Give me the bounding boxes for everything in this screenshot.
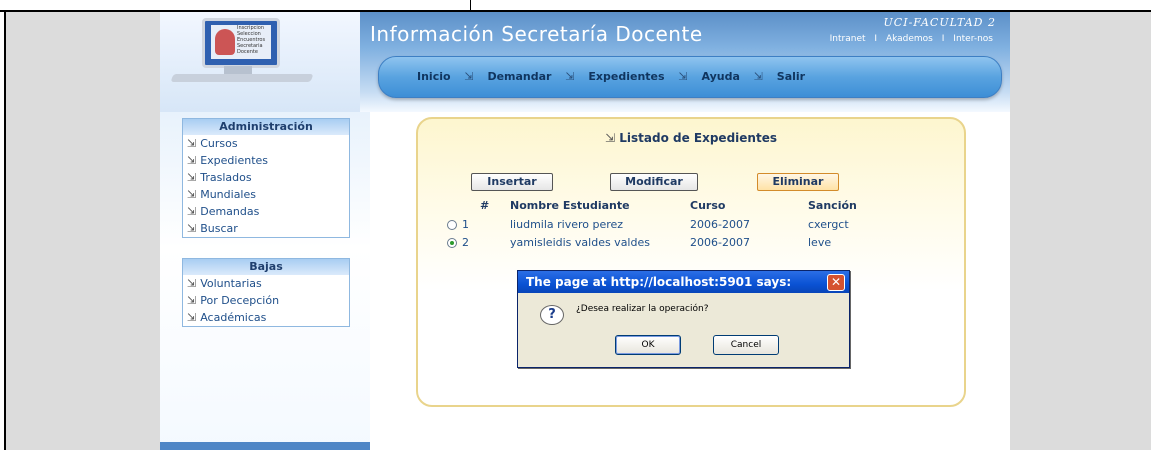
sidebar-item-por-decepcion[interactable]: ⇲ Por Decepción bbox=[183, 292, 349, 309]
web-page: Inscripcion Seleccion Encuentros Secreta… bbox=[160, 12, 1010, 450]
document-arrow-icon: ⇲ bbox=[565, 70, 575, 83]
nav-demandar[interactable]: Demandar bbox=[487, 70, 551, 83]
row-number: 2 bbox=[462, 236, 469, 249]
cancel-button[interactable]: Cancel bbox=[713, 335, 779, 355]
row-radio[interactable] bbox=[447, 220, 457, 230]
document-arrow-icon: ⇲ bbox=[187, 294, 197, 307]
right-margin bbox=[1010, 12, 1151, 450]
document-arrow-icon: ⇲ bbox=[187, 205, 197, 218]
column-header-sanction: Sanción bbox=[808, 199, 857, 212]
course: 2006-2007 bbox=[690, 236, 750, 249]
logo-screen-text: Inscripcion Seleccion Encuentros Secreta… bbox=[237, 25, 266, 55]
document-arrow-icon: ⇲ bbox=[187, 154, 197, 167]
panel-title: ⇲ Listado de Expedientes bbox=[605, 131, 777, 145]
document-arrow-icon: ⇲ bbox=[187, 137, 197, 150]
document-arrow-icon: ⇲ bbox=[187, 222, 197, 235]
bajas-menu-title: Bajas bbox=[183, 259, 349, 275]
document-arrow-icon: ⇲ bbox=[187, 188, 197, 201]
delete-button[interactable]: Eliminar bbox=[757, 173, 839, 191]
left-margin bbox=[6, 12, 160, 450]
document-arrow-icon: ⇲ bbox=[605, 131, 616, 145]
sidebar-item-voluntarias[interactable]: ⇲ Voluntarias bbox=[183, 275, 349, 292]
link-intranet[interactable]: Intranet bbox=[830, 34, 866, 44]
row-radio-selected[interactable] bbox=[447, 238, 457, 248]
top-links: Intranet I Akademos I Inter-nos bbox=[829, 34, 993, 44]
sanction: cxergct bbox=[808, 218, 849, 231]
document-arrow-icon: ⇲ bbox=[187, 171, 197, 184]
sanction: leve bbox=[808, 236, 832, 249]
document-arrow-icon: ⇲ bbox=[753, 70, 763, 83]
nav-expedientes[interactable]: Expedientes bbox=[588, 70, 664, 83]
course: 2006-2007 bbox=[690, 218, 750, 231]
sidebar-item-cursos[interactable]: ⇲ Cursos bbox=[183, 135, 349, 152]
sidebar-item-demandas[interactable]: ⇲ Demandas bbox=[183, 203, 349, 220]
top-tab bbox=[470, 0, 680, 12]
document-arrow-icon: ⇲ bbox=[678, 70, 688, 83]
left-rule bbox=[4, 12, 6, 450]
column-header-course: Curso bbox=[690, 199, 726, 212]
row-number: 1 bbox=[462, 218, 469, 231]
nav-ayuda[interactable]: Ayuda bbox=[701, 70, 739, 83]
document-arrow-icon: ⇲ bbox=[464, 70, 474, 83]
sidebar-item-academicas[interactable]: ⇲ Académicas bbox=[183, 309, 349, 326]
student-name: liudmila rivero perez bbox=[510, 218, 624, 231]
nav-inicio[interactable]: Inicio bbox=[417, 70, 451, 83]
column-header-name: Nombre Estudiante bbox=[510, 199, 630, 212]
sidebar-item-mundiales[interactable]: ⇲ Mundiales bbox=[183, 186, 349, 203]
faculty-label: UCI-FACULTAD 2 bbox=[883, 16, 996, 29]
nav-bar: Inicio ⇲ Demandar ⇲ Expedientes ⇲ Ayuda … bbox=[378, 56, 1002, 98]
bajas-menu: Bajas ⇲ Voluntarias ⇲ Por Decepción ⇲ Acadé… bbox=[182, 258, 350, 327]
sidebar-item-traslados[interactable]: ⇲ Traslados bbox=[183, 169, 349, 186]
header: Inscripcion Seleccion Encuentros Secreta… bbox=[160, 12, 1010, 112]
keyboard-icon bbox=[170, 74, 314, 82]
site-title: Información Secretaría Docente bbox=[370, 22, 703, 46]
monitor-icon: Inscripcion Seleccion Encuentros Secreta… bbox=[202, 18, 280, 68]
confirm-dialog: The page at http://localhost:5901 says: … bbox=[517, 270, 850, 368]
document-arrow-icon: ⇲ bbox=[187, 277, 197, 290]
person-icon bbox=[215, 29, 235, 55]
document-arrow-icon: ⇲ bbox=[187, 311, 197, 324]
logo: Inscripcion Seleccion Encuentros Secreta… bbox=[160, 12, 360, 112]
sidebar-footer-bar bbox=[160, 442, 370, 450]
close-icon[interactable]: ✕ bbox=[827, 274, 845, 291]
nav-salir[interactable]: Salir bbox=[777, 70, 805, 83]
modify-button[interactable]: Modificar bbox=[610, 173, 698, 191]
question-icon: ? bbox=[540, 305, 564, 325]
insert-button[interactable]: Insertar bbox=[471, 173, 553, 191]
admin-menu: Administración ⇲ Cursos ⇲ Expedientes ⇲ Tra… bbox=[182, 118, 350, 238]
dialog-title: The page at http://localhost:5901 says: bbox=[518, 271, 849, 293]
link-akademos[interactable]: Akademos bbox=[886, 34, 933, 44]
dialog-message: ¿Desea realizar la operación? bbox=[576, 304, 709, 314]
admin-menu-title: Administración bbox=[183, 119, 349, 135]
link-inter-nos[interactable]: Inter-nos bbox=[953, 34, 993, 44]
sidebar: Administración ⇲ Cursos ⇲ Expedientes ⇲ Tra… bbox=[160, 112, 370, 450]
sidebar-item-buscar[interactable]: ⇲ Buscar bbox=[183, 220, 349, 237]
sidebar-item-expedientes[interactable]: ⇲ Expedientes bbox=[183, 152, 349, 169]
ok-button[interactable]: OK bbox=[615, 335, 681, 355]
student-name: yamisleidis valdes valdes bbox=[510, 236, 650, 249]
column-header-number: # bbox=[480, 199, 490, 212]
